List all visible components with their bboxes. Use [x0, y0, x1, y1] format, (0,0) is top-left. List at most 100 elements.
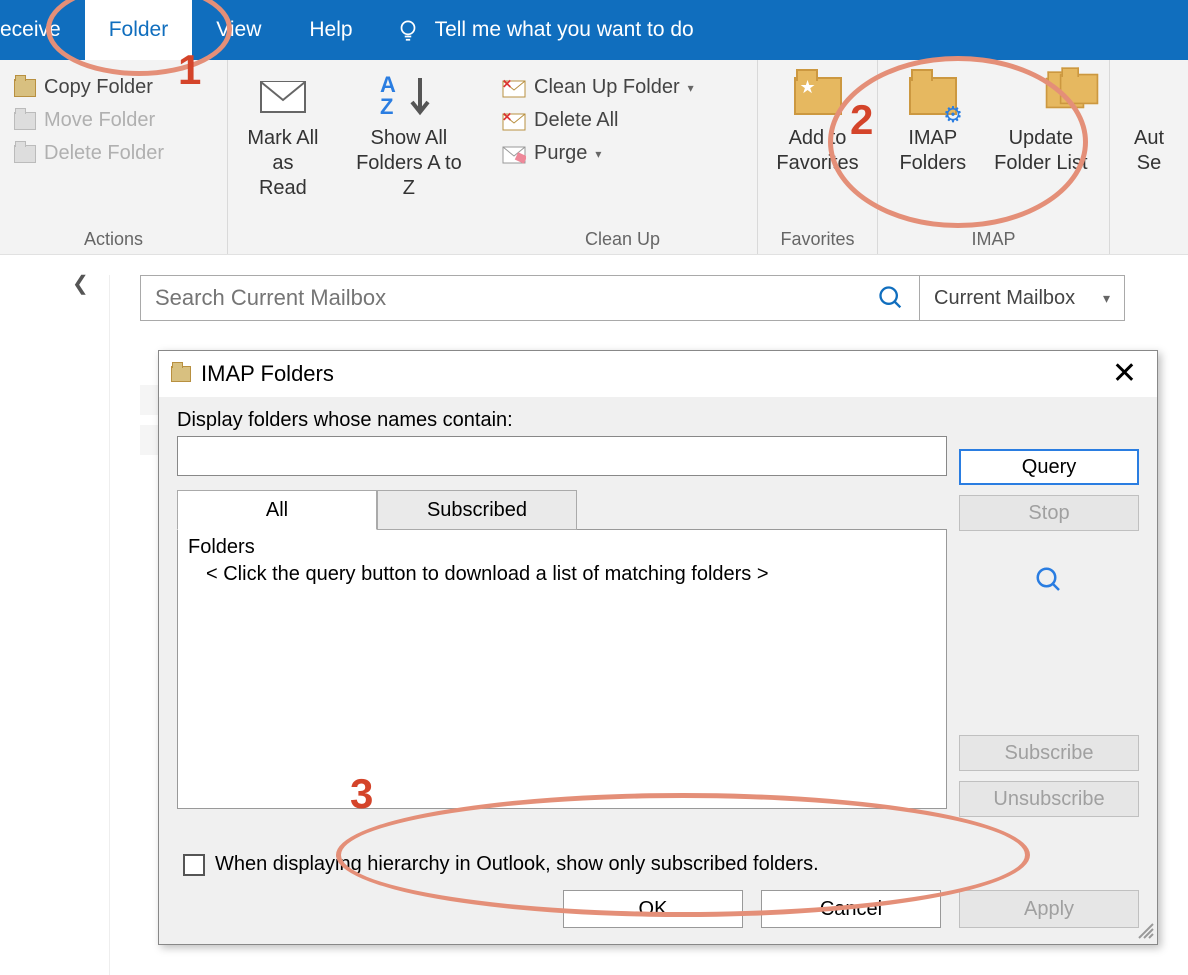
folder-list-hint: < Click the query button to download a l… — [188, 563, 936, 586]
move-folder-button[interactable]: Move Folder — [10, 107, 217, 134]
folder-icon — [171, 366, 191, 382]
auto-line2: Se — [1137, 151, 1161, 176]
imap-folders-button[interactable]: ⚙ IMAP Folders — [891, 66, 974, 180]
group-cleanup: ✕ Clean Up Folder ▾ ✕ Delete All Purge ▾… — [488, 60, 758, 254]
resize-grip-icon[interactable] — [1137, 922, 1155, 940]
folder-delete-icon — [14, 145, 36, 163]
svg-text:✕: ✕ — [502, 111, 512, 124]
filter-label: Display folders whose names contain: — [177, 409, 1139, 432]
envelope-erase-icon — [502, 144, 526, 164]
clean-up-label: Clean Up Folder — [534, 76, 680, 99]
group-actions-label: Actions — [10, 229, 217, 254]
add-to-favorites-button[interactable]: ★ Add to Favorites — [768, 66, 867, 180]
folder-icon — [14, 112, 36, 130]
clean-up-folder-button[interactable]: ✕ Clean Up Folder ▾ — [498, 74, 747, 101]
tell-me-search[interactable]: Tell me what you want to do — [395, 17, 694, 43]
update-folder-list-button[interactable]: Update Folder List — [986, 66, 1095, 180]
dialog-titlebar: IMAP Folders ✕ — [159, 351, 1157, 397]
move-folder-label: Move Folder — [44, 109, 155, 132]
envelope-x-icon: ✕ — [502, 111, 526, 131]
show-all-folders-button[interactable]: AZ Show All Folders A to Z — [340, 66, 478, 205]
group-auto-partial: Aut Se — [1110, 60, 1188, 254]
search-scope-dropdown[interactable]: Current Mailbox ▾ — [920, 275, 1125, 321]
tab-view[interactable]: View — [192, 0, 285, 60]
chevron-down-icon: ▾ — [595, 147, 601, 161]
query-button[interactable]: Query — [959, 449, 1139, 485]
update-line2: Folder List — [994, 151, 1087, 176]
auto-line1: Aut — [1134, 126, 1164, 151]
subscribe-button[interactable]: Subscribe — [959, 735, 1139, 771]
chevron-down-icon: ▾ — [688, 81, 694, 95]
sort-az-icon: AZ — [380, 70, 438, 122]
dialog-title: IMAP Folders — [201, 361, 334, 387]
divider — [109, 275, 110, 975]
group-favorites-label: Favorites — [768, 229, 867, 254]
group-read-sort: Mark All as Read AZ Show All Folders A t… — [228, 60, 488, 254]
svg-text:Z: Z — [380, 94, 393, 119]
tab-folder[interactable]: Folder — [85, 0, 193, 60]
dialog-right-column: Query Stop Subscribe Unsubscribe — [959, 449, 1139, 817]
ok-button[interactable]: OK — [563, 890, 743, 928]
fav-line2: Favorites — [776, 151, 858, 176]
mark-all-read-button[interactable]: Mark All as Read — [238, 66, 328, 205]
search-input[interactable] — [155, 285, 877, 311]
auto-partial-button[interactable]: Aut Se — [1120, 66, 1178, 180]
copy-folder-label: Copy Folder — [44, 76, 153, 99]
stop-button[interactable]: Stop — [959, 495, 1139, 531]
group-cleanup-label: Clean Up — [498, 229, 747, 254]
copy-folder-button[interactable]: Copy Folder — [10, 74, 217, 101]
chevron-down-icon: ▾ — [1103, 290, 1110, 307]
dialog-buttons: OK Cancel Apply — [563, 890, 1139, 928]
apply-button[interactable]: Apply — [959, 890, 1139, 928]
show-all-line2: Folders A to Z — [348, 151, 470, 201]
tab-help[interactable]: Help — [285, 0, 376, 60]
cancel-button[interactable]: Cancel — [761, 890, 941, 928]
group-imap-label: IMAP — [888, 229, 1099, 254]
hierarchy-checkbox-row[interactable]: When displaying hierarchy in Outlook, sh… — [183, 853, 819, 876]
lightbulb-icon — [395, 17, 421, 43]
delete-folder-button[interactable]: Delete Folder — [10, 140, 217, 167]
show-all-line1: Show All — [371, 126, 448, 151]
envelope-x-icon: ✕ — [502, 78, 526, 98]
filter-input[interactable] — [177, 436, 947, 476]
delete-folder-label: Delete Folder — [44, 142, 164, 165]
dialog-body: Display folders whose names contain: All… — [159, 397, 1157, 942]
search-row: Current Mailbox ▾ — [140, 275, 1125, 321]
mark-all-line1: Mark All — [247, 126, 318, 151]
group-actions: Copy Folder Move Folder Delete Folder Ac… — [0, 60, 228, 254]
folder-gear-icon: ⚙ — [909, 70, 957, 122]
ribbon: Copy Folder Move Folder Delete Folder Ac… — [0, 60, 1188, 255]
update-line1: Update — [1009, 126, 1074, 151]
imap-line2: Folders — [899, 151, 966, 176]
delete-all-button[interactable]: ✕ Delete All — [498, 107, 747, 134]
search-icon[interactable] — [877, 284, 905, 312]
tab-all[interactable]: All — [177, 490, 377, 530]
unsubscribe-button[interactable]: Unsubscribe — [959, 781, 1139, 817]
mark-all-line2: as Read — [246, 151, 320, 201]
magnifier-icon[interactable] — [1034, 565, 1064, 595]
fav-line1: Add to — [789, 126, 847, 151]
folder-list-header: Folders — [188, 536, 936, 559]
hierarchy-checkbox[interactable] — [183, 854, 205, 876]
search-scope-label: Current Mailbox — [934, 287, 1075, 310]
imap-folders-dialog: IMAP Folders ✕ Display folders whose nam… — [158, 350, 1158, 945]
tell-me-label: Tell me what you want to do — [435, 18, 694, 42]
collapse-chevron-icon[interactable]: ❮ — [72, 271, 89, 296]
tab-subscribed[interactable]: Subscribed — [377, 490, 577, 530]
purge-button[interactable]: Purge ▾ — [498, 140, 747, 167]
svg-text:✕: ✕ — [502, 78, 512, 91]
imap-line1: IMAP — [908, 126, 957, 151]
ribbon-tabs: eceive Folder View Help Tell me what you… — [0, 0, 1188, 60]
group-imap: ⚙ IMAP Folders Update Folder List IMAP — [878, 60, 1110, 254]
group-favorites: ★ Add to Favorites Favorites — [758, 60, 878, 254]
folder-star-icon: ★ — [794, 70, 842, 122]
purge-label: Purge — [534, 142, 587, 165]
delete-all-label: Delete All — [534, 109, 619, 132]
search-box[interactable] — [140, 275, 920, 321]
close-button[interactable]: ✕ — [1104, 359, 1145, 389]
folder-icon — [14, 79, 36, 97]
tab-send-receive[interactable]: eceive — [0, 0, 85, 60]
hierarchy-checkbox-label: When displaying hierarchy in Outlook, sh… — [215, 853, 819, 876]
envelope-icon — [259, 70, 307, 122]
folder-list[interactable]: Folders < Click the query button to down… — [177, 529, 947, 809]
